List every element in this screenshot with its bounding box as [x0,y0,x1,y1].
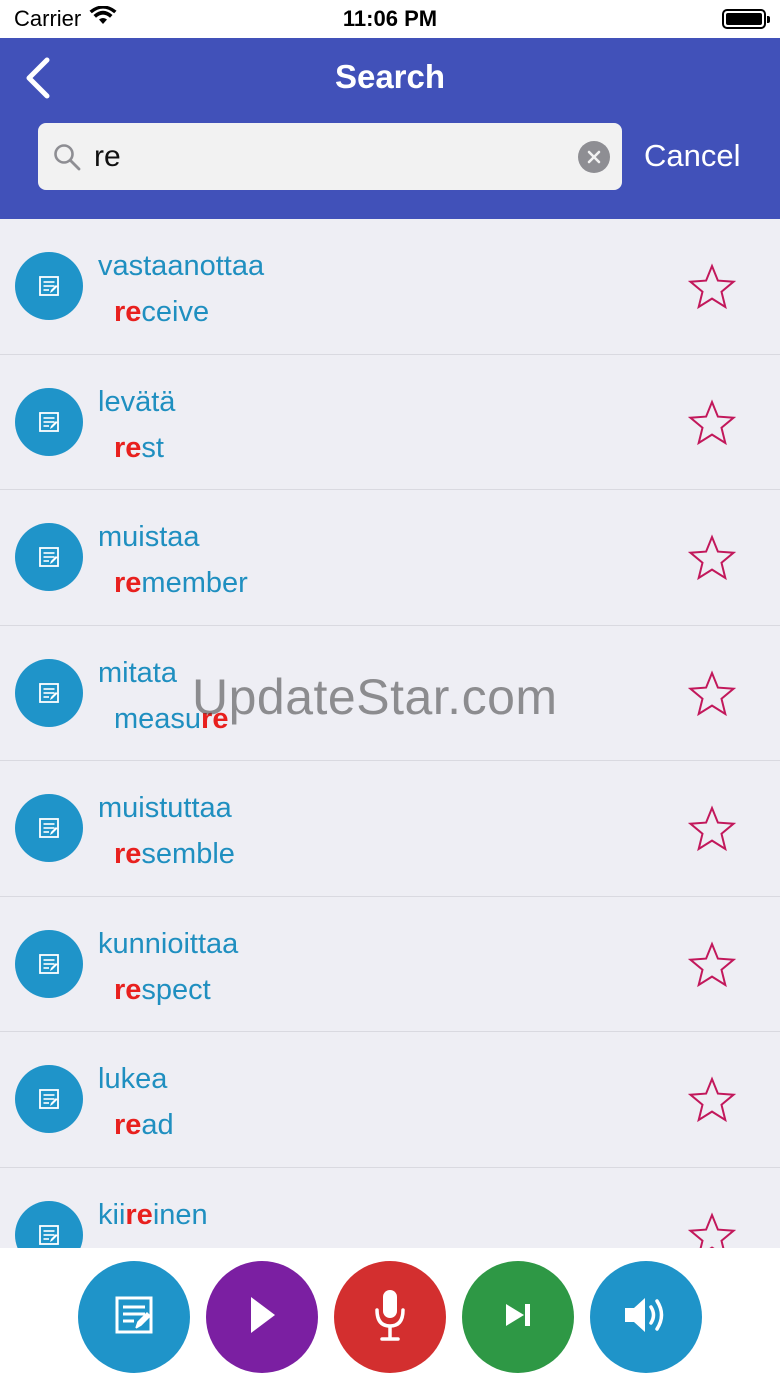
english-translation: respect [114,974,211,1007]
cancel-button[interactable]: Cancel [644,138,741,174]
translation-highlight: re [114,296,142,328]
status-left: Carrier [14,5,117,32]
edit-note-icon [114,1295,154,1340]
edit-button[interactable] [78,1261,190,1373]
carrier-label: Carrier [14,6,82,31]
note-icon [15,929,83,998]
translation-suffix: spect [141,973,211,1006]
page-title: Search [334,58,446,95]
list-item[interactable]: lukea read [0,1032,780,1168]
translation-suffix: ceive [141,296,210,328]
translation-highlight: re [114,1109,142,1141]
list-item[interactable]: levätä rest [0,354,780,490]
english-translation: resemble [114,838,235,871]
list-item[interactable]: mitata measure [0,625,780,761]
play-icon [245,1295,279,1340]
english-translation: receive [114,296,209,329]
translation-highlight: re [114,838,142,870]
bottom-toolbar [0,1248,780,1387]
finnish-word: muistaa [98,521,200,553]
note-icon [15,658,83,727]
search-input[interactable] [94,139,554,174]
word-suffix: inen [152,1198,208,1231]
star-icon[interactable] [687,1211,737,1249]
battery-icon [722,9,770,29]
volume-button[interactable] [590,1261,702,1373]
clear-circle-icon[interactable] [578,141,610,173]
skip-next-button[interactable] [462,1261,574,1373]
results-list[interactable]: vastaanottaa receive levätä rest muistaa reme… [0,219,780,1249]
search-box[interactable] [38,123,622,190]
translation-suffix: ad [141,1109,174,1141]
translation-suffix: semble [141,838,235,870]
finnish-word: mitata [98,656,177,689]
finnish-word: muistuttaa [98,792,232,824]
mic-button[interactable] [334,1261,446,1373]
star-icon[interactable] [687,534,737,582]
translation-highlight: re [114,567,142,599]
star-icon[interactable] [687,398,737,447]
list-item[interactable]: muistaa remember [0,490,780,626]
star-icon[interactable] [687,669,737,718]
star-icon[interactable] [687,805,737,853]
translation-highlight: re [114,973,142,1006]
finnish-word: vastaanottaa [98,250,265,282]
status-bar: Carrier 11:06 PM [0,0,780,38]
translation-highlight: re [114,431,142,464]
note-icon [15,794,83,862]
english-translation: rest [114,432,164,465]
finnish-word: kiireinen [98,1199,208,1232]
list-item[interactable]: vastaanottaa receive [0,219,780,355]
microphone-icon [373,1288,407,1347]
note-icon [15,1065,83,1133]
note-icon [15,1200,83,1249]
finnish-word: kunnioittaa [98,927,239,960]
wifi-icon [89,5,117,32]
note-icon [15,387,83,456]
star-icon[interactable] [687,940,737,989]
search-icon [52,142,82,172]
note-icon [15,252,83,320]
word-prefix: kii [98,1198,126,1231]
volume-icon [623,1295,669,1340]
play-button[interactable] [206,1261,318,1373]
english-translation: measure [114,703,228,736]
star-icon[interactable] [687,1076,737,1124]
word-highlight: re [125,1198,153,1231]
skip-next-icon [503,1302,533,1333]
list-item[interactable]: kunnioittaa respect [0,896,780,1032]
translation-suffix: member [141,567,248,599]
finnish-word: levätä [98,385,176,418]
note-icon [15,523,83,591]
star-icon[interactable] [687,263,737,311]
english-translation: remember [114,567,248,600]
finnish-word: lukea [98,1063,168,1095]
header: Search Cancel [0,38,780,219]
translation-highlight: re [201,702,229,735]
list-item[interactable]: kiireinen [0,1167,780,1249]
english-translation: read [114,1109,174,1142]
list-item[interactable]: muistuttaa resemble [0,761,780,897]
translation-prefix: measu [114,702,202,735]
translation-suffix: st [141,431,164,464]
